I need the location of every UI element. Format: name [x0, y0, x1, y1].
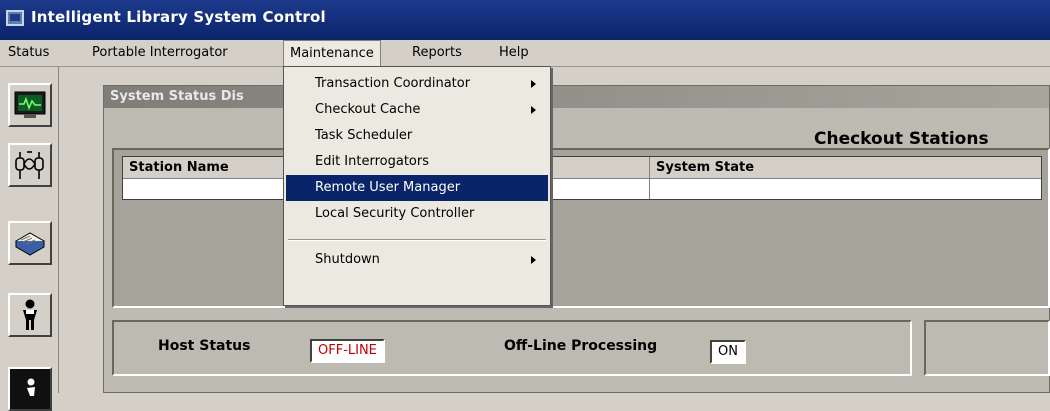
menu-item-edit-interrogators[interactable]: Edit Interrogators [286, 149, 548, 175]
checkout-stations-heading: Checkout Stations [814, 129, 989, 149]
menu-item-checkout-cache[interactable]: Checkout Cache [286, 97, 548, 123]
menu-maintenance[interactable]: Maintenance [283, 40, 381, 67]
table-cell[interactable] [650, 179, 1041, 199]
book-icon [14, 232, 46, 256]
interrogator-button[interactable] [8, 143, 52, 187]
menu-item-label: Checkout Cache [315, 102, 421, 117]
checkout-stations-table: Station Name System State [122, 156, 1042, 200]
panel-title: System Status Dis [110, 89, 244, 104]
menu-item-task-scheduler[interactable]: Task Scheduler [286, 123, 548, 149]
book-button[interactable] [8, 221, 52, 265]
menu-status[interactable]: Status [2, 40, 55, 66]
menu-item-label: Shutdown [315, 252, 380, 267]
menu-separator [288, 239, 546, 241]
submenu-arrow-icon [531, 80, 536, 88]
monitor-waveform-button[interactable] [8, 83, 52, 127]
walking-person-button[interactable] [8, 367, 52, 411]
submenu-arrow-icon [531, 106, 536, 114]
menu-item-local-security-controller[interactable]: Local Security Controller [286, 201, 548, 227]
app-icon [6, 10, 24, 26]
window-title: Intelligent Library System Control [31, 8, 326, 26]
system-status-window: System Status Dis Checkout Stations Stat… [103, 85, 1050, 393]
table-cell[interactable] [123, 179, 298, 199]
person-button[interactable] [8, 293, 52, 337]
menu-portable-interrogator[interactable]: Portable Interrogator [86, 40, 234, 66]
menu-item-shutdown[interactable]: Shutdown [286, 247, 548, 273]
submenu-arrow-icon [531, 256, 536, 264]
menu-item-remote-user-manager[interactable]: Remote User Manager [286, 175, 548, 201]
person-icon [23, 299, 37, 330]
monitor-waveform-icon [14, 91, 46, 118]
interrogator-antenna-icon [15, 151, 44, 179]
menu-bar: Status Portable Interrogator Maintenance… [0, 40, 1050, 67]
menu-item-label: Transaction Coordinator [315, 76, 471, 91]
maintenance-dropdown: Transaction Coordinator Checkout Cache T… [283, 66, 551, 306]
host-status-value: OFF-LINE [310, 339, 385, 363]
menu-item-transaction-coordinator[interactable]: Transaction Coordinator [286, 71, 548, 97]
host-status-label: Host Status [158, 338, 251, 354]
menu-reports[interactable]: Reports [406, 40, 468, 66]
column-system-state[interactable]: System State [650, 157, 1041, 179]
checkout-stations-area: Station Name System State [112, 148, 1050, 308]
offline-processing-value: ON [710, 340, 746, 364]
walking-person-icon [27, 378, 35, 396]
title-bar: Intelligent Library System Control [0, 0, 1050, 40]
menu-help[interactable]: Help [493, 40, 535, 66]
offline-processing-label: Off-Line Processing [504, 338, 658, 354]
status-group-right [924, 320, 1050, 376]
tool-strip [0, 67, 59, 411]
column-station-name[interactable]: Station Name [123, 157, 298, 179]
panel-title-bar[interactable]: System Status Dis [104, 86, 1049, 108]
host-status-group: Host Status OFF-LINE Off-Line Processing… [112, 320, 912, 376]
